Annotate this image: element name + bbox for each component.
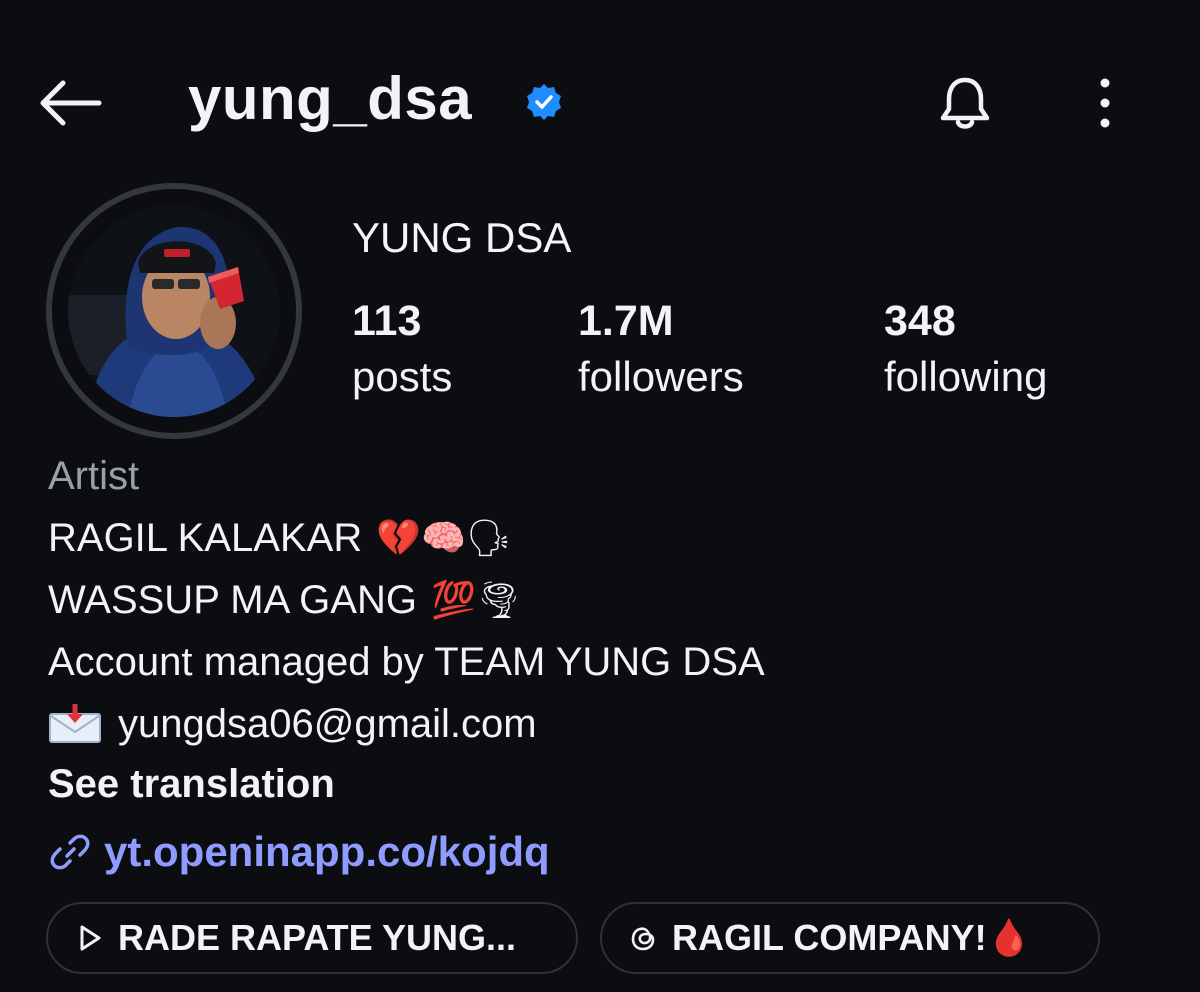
- profile-link-text: yt.openinapp.co/kojdq: [104, 828, 550, 875]
- profile-category: Artist: [48, 454, 140, 498]
- notifications-button[interactable]: [930, 68, 1000, 138]
- followers-stat[interactable]: 1.7M followers: [578, 297, 744, 408]
- music-chip[interactable]: RADE RAPATE YUNG...: [46, 902, 578, 974]
- play-icon: [80, 925, 101, 951]
- following-count: 348: [884, 297, 956, 345]
- bio-line-2: WASSUP MA GANG 💯🌪: [48, 569, 1148, 631]
- avatar-image: [68, 205, 280, 417]
- posts-stat[interactable]: 113 posts: [352, 297, 453, 408]
- followers-label: followers: [578, 353, 744, 401]
- bio-email[interactable]: yungdsa06@gmail.com: [118, 693, 537, 755]
- threads-chip-label: RAGIL COMPANY!🩸: [672, 917, 1032, 958]
- profile-link[interactable]: yt.openinapp.co/kojdq: [48, 822, 550, 882]
- more-vertical-icon: [1100, 78, 1110, 128]
- bio-line-2-emoji: 💯🌪: [430, 579, 522, 620]
- music-chip-label: RADE RAPATE YUNG...: [118, 917, 517, 958]
- profile-display-name: YUNG DSA: [352, 214, 572, 261]
- bio-line-3: Account managed by TEAM YUNG DSA: [48, 640, 765, 684]
- profile-avatar[interactable]: [46, 183, 302, 439]
- bio-line-1: RAGIL KALAKAR 💔🧠🗣: [48, 507, 1148, 569]
- following-label: following: [884, 353, 1048, 401]
- more-options-button[interactable]: [1080, 68, 1130, 138]
- profile-screen: yung_dsa YUNG DSA 113 posts 1.7M followe…: [0, 0, 1200, 992]
- following-stat[interactable]: 348 following: [884, 297, 1048, 408]
- threads-icon: [631, 927, 655, 951]
- posts-label: posts: [352, 353, 453, 401]
- see-translation-link[interactable]: See translation: [48, 755, 1148, 813]
- bell-icon: [940, 77, 990, 129]
- profile-username: yung_dsa: [188, 65, 473, 132]
- arrow-left-icon: [40, 80, 102, 126]
- link-icon: [50, 834, 90, 870]
- threads-chip[interactable]: RAGIL COMPANY!🩸: [600, 902, 1100, 974]
- incoming-envelope-icon: [49, 704, 101, 743]
- back-button[interactable]: [30, 68, 110, 138]
- followers-count: 1.7M: [578, 297, 674, 345]
- bio-email-line: yungdsa06@gmail.com: [48, 693, 1148, 755]
- verified-badge-icon: [527, 84, 561, 120]
- bio-line-1-text: RAGIL KALAKAR: [48, 516, 363, 560]
- bio-line-1-emoji: 💔🧠🗣: [376, 517, 512, 558]
- profile-bio: Artist RAGIL KALAKAR 💔🧠🗣 WASSUP MA GANG …: [48, 445, 1148, 813]
- posts-count: 113: [352, 297, 422, 345]
- bio-line-2-text: WASSUP MA GANG: [48, 578, 417, 622]
